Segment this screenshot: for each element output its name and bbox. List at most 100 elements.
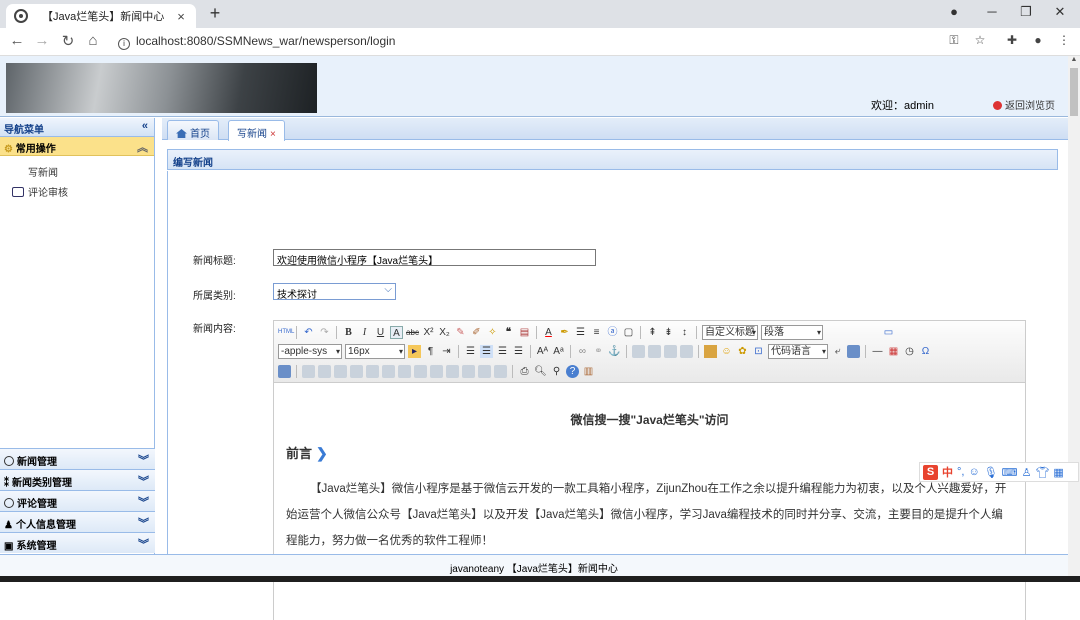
undo-icon[interactable]: ↶ <box>302 326 315 339</box>
time-icon[interactable]: ◷ <box>903 345 916 358</box>
fullscreen-icon[interactable]: ▭ <box>882 326 895 339</box>
search-replace-icon[interactable]: ⚲ <box>550 365 563 378</box>
bookmark-star-icon[interactable]: ☆ <box>972 33 988 47</box>
close-tab-icon[interactable]: × <box>174 9 188 24</box>
preview-icon[interactable]: 🔍︎ <box>534 365 547 378</box>
row-spacing-bottom-icon[interactable]: ⇟ <box>662 326 675 339</box>
ime-language[interactable]: 中 <box>942 464 953 480</box>
tab-write-news[interactable]: 写新闻 × <box>228 120 285 141</box>
row-spacing-top-icon[interactable]: ⇞ <box>646 326 659 339</box>
home-icon[interactable]: ⌂ <box>84 32 102 49</box>
close-window-icon[interactable]: ✕ <box>1050 4 1070 20</box>
auto-format-icon[interactable]: ✧ <box>486 326 499 339</box>
page-scrollbar[interactable]: ▲ <box>1068 56 1080 582</box>
merge-cells-icon[interactable] <box>398 364 411 378</box>
image-none-icon[interactable] <box>632 344 645 358</box>
chevron-down-icon[interactable]: ︾ <box>138 452 149 468</box>
merge-right-icon[interactable] <box>414 364 427 378</box>
align-justify-icon[interactable]: ☰ <box>512 345 525 358</box>
to-lowercase-icon[interactable]: Aᵃ <box>552 345 565 358</box>
ordered-list-icon[interactable]: ☰ <box>574 326 587 339</box>
template-icon[interactable] <box>847 344 860 358</box>
sidebar-item-review-comments[interactable]: 评论审核 <box>0 184 154 204</box>
split-rows-icon[interactable] <box>462 364 475 378</box>
delete-row-icon[interactable] <box>350 364 363 378</box>
merge-down-icon[interactable] <box>430 364 443 378</box>
sidebar-group-news[interactable]: 新闻管理 ︾ <box>0 448 155 469</box>
new-tab-button[interactable]: + <box>206 3 224 24</box>
print-icon[interactable]: ⎙ <box>518 365 531 378</box>
insert-col-icon[interactable] <box>366 364 379 378</box>
sidebar-group-common[interactable]: ⚙ 常用操作 ︽ <box>0 137 154 156</box>
collapse-sidebar-icon[interactable]: « <box>142 120 148 132</box>
table-props-icon[interactable] <box>494 364 507 378</box>
account-avatar-icon[interactable]: ● <box>1030 33 1046 47</box>
insert-paragraph-before-table-icon[interactable] <box>318 364 331 378</box>
category-select[interactable]: 技术探讨 ⌵ <box>273 283 396 301</box>
emoji-icon[interactable]: ☺ <box>720 345 733 358</box>
insert-table-icon[interactable] <box>278 364 291 378</box>
minimize-window-icon[interactable]: ─ <box>982 4 1002 19</box>
date-icon[interactable]: ▦ <box>887 345 900 358</box>
page-scrollbar-thumb[interactable] <box>1070 68 1078 116</box>
image-center-icon[interactable] <box>680 344 693 358</box>
custom-heading-select[interactable]: 自定义标题 <box>702 324 758 340</box>
indent-icon[interactable]: ⇥ <box>440 345 453 358</box>
sidebar-group-system[interactable]: ▣ 系统管理 ︾ <box>0 532 155 553</box>
font-border-icon[interactable]: A <box>390 325 403 339</box>
underline-icon[interactable]: U <box>374 326 387 339</box>
back-arrow-icon[interactable]: ← <box>8 32 26 49</box>
sidebar-group-news-category[interactable]: ⁑ 新闻类别管理 ︾ <box>0 469 155 490</box>
redo-icon[interactable]: ↷ <box>318 326 331 339</box>
superscript-icon[interactable]: X² <box>422 326 435 339</box>
page-break-icon[interactable]: ⤶ <box>831 345 844 358</box>
align-left-icon[interactable]: ☰ <box>464 345 477 358</box>
ime-emoji-icon[interactable]: ☺ <box>968 466 979 478</box>
chevron-down-icon[interactable]: ︾ <box>138 473 149 489</box>
sidebar-group-comments[interactable]: 评论管理 ︾ <box>0 490 155 511</box>
subscript-icon[interactable]: X₂ <box>438 326 451 339</box>
drafts-icon[interactable]: ▥ <box>582 365 595 378</box>
ime-punctuation[interactable]: °, <box>957 466 964 478</box>
chevron-down-icon[interactable]: ︾ <box>138 536 149 552</box>
site-info-icon[interactable]: i <box>118 38 130 50</box>
insert-code-icon[interactable]: ⊡ <box>752 345 765 358</box>
strikethrough-icon[interactable]: abc <box>406 326 419 339</box>
paste-plain-icon[interactable]: ▤ <box>518 326 531 339</box>
editor-content[interactable]: 微信搜一搜"Java烂笔头"访问 前言 ❯ 【Java烂笔头】微信小程序是基于微信… <box>274 384 1025 620</box>
special-chars-icon[interactable]: Ω <box>919 345 932 358</box>
align-center-icon[interactable]: ☰ <box>480 344 493 358</box>
italic-icon[interactable]: I <box>358 326 371 339</box>
scrawl-icon[interactable]: ✿ <box>736 345 749 358</box>
unlink-icon[interactable]: ⚭ <box>592 345 605 358</box>
horizontal-rule-icon[interactable]: — <box>871 345 884 358</box>
direction-rtl-icon[interactable]: ¶ <box>424 345 437 358</box>
close-tab-icon[interactable]: × <box>270 129 276 140</box>
paragraph-select[interactable]: 段落 <box>761 324 823 340</box>
blockquote-icon[interactable]: ❝ <box>502 326 515 339</box>
eraser-icon[interactable]: ✎ <box>454 326 467 339</box>
maximize-window-icon[interactable]: ❐ <box>1016 4 1036 20</box>
split-cells-icon[interactable] <box>446 364 459 378</box>
html-source-icon[interactable]: HTML <box>278 326 294 339</box>
anchor-icon[interactable]: ⚓ <box>608 345 621 358</box>
highlight-color-icon[interactable]: ✒ <box>558 326 571 339</box>
chevron-up-icon[interactable]: ︽ <box>137 139 148 155</box>
ime-skin-icon[interactable]: 👕︎ <box>1035 466 1049 479</box>
ime-keyboard-icon[interactable]: ⌨ <box>1002 466 1018 479</box>
font-family-select[interactable]: -apple-sys <box>278 343 342 359</box>
ime-tools-icon[interactable]: ▦ <box>1053 466 1063 479</box>
insert-image-icon[interactable] <box>704 344 717 358</box>
chevron-down-icon[interactable]: ︾ <box>138 494 149 510</box>
chevron-down-icon[interactable]: ︾ <box>138 515 149 531</box>
font-color-icon[interactable]: A <box>542 326 555 339</box>
reload-icon[interactable]: ↻ <box>59 32 77 50</box>
delete-col-icon[interactable] <box>382 364 395 378</box>
bold-icon[interactable]: B <box>342 326 355 339</box>
select-all-icon[interactable]: ⓐ <box>606 326 619 339</box>
unordered-list-icon[interactable]: ≡ <box>590 326 603 339</box>
tab-home[interactable]: 首页 <box>167 120 219 140</box>
clear-doc-icon[interactable]: ▢ <box>622 326 635 339</box>
to-uppercase-icon[interactable]: Aᴬ <box>536 345 549 358</box>
scroll-up-icon[interactable]: ▲ <box>1068 56 1080 63</box>
